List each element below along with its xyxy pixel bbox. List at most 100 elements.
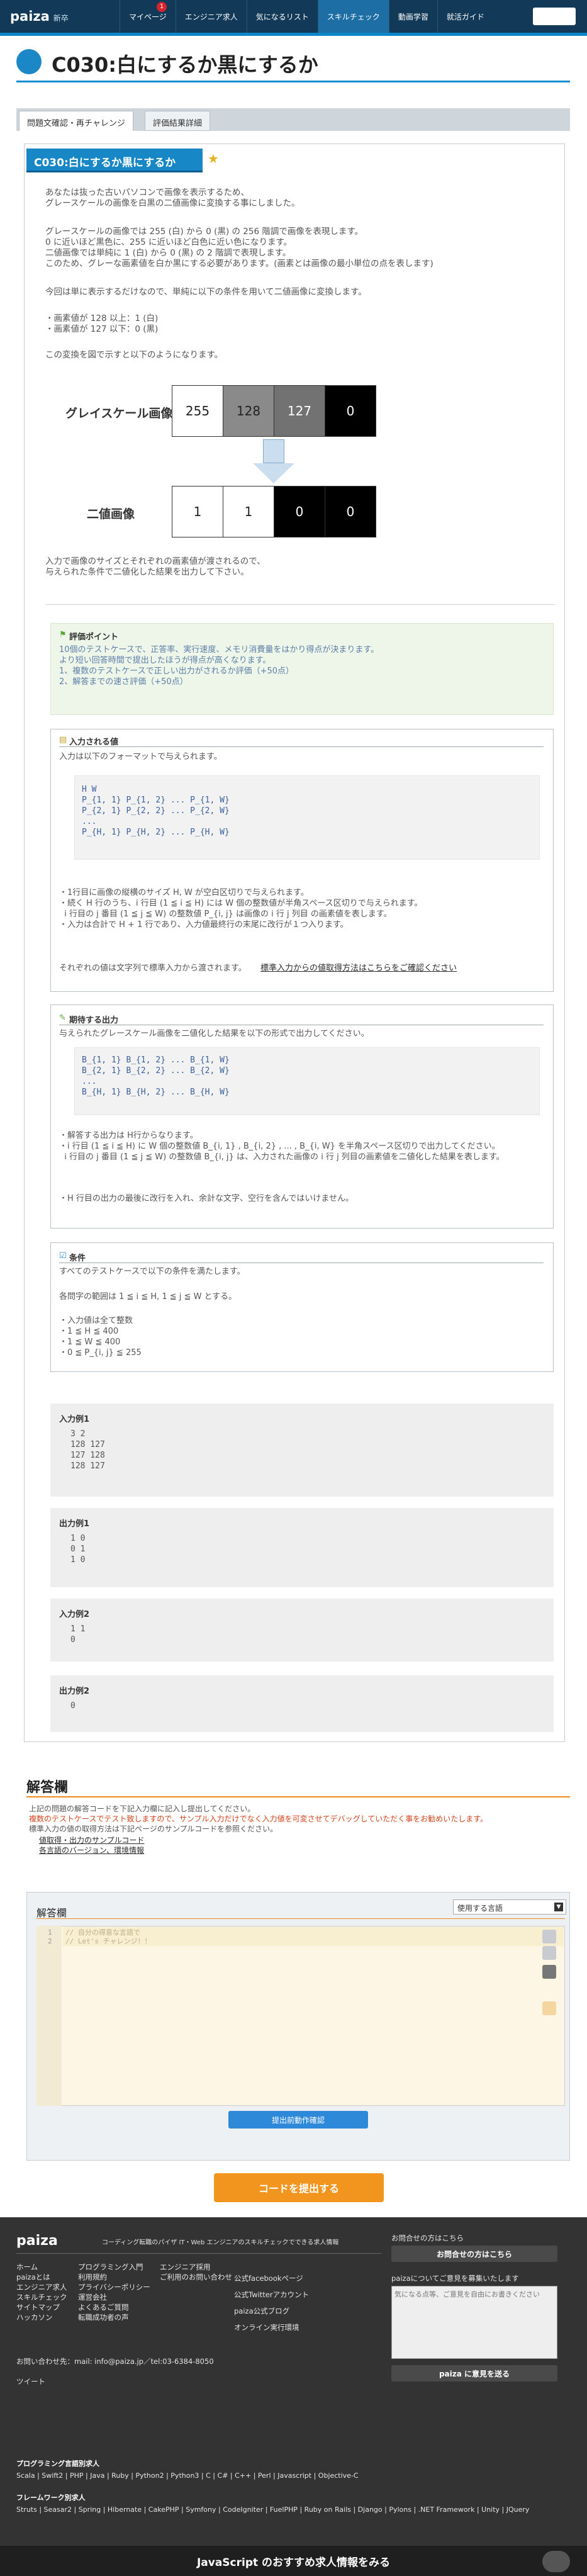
footer-links-col1[interactable]: ホーム paizaとは エンジニア求人 スキルチェック サイトマップ ハッカソン [16,2262,67,2322]
conditions-title: 条件 [69,1254,86,1263]
eval-text: 10個のテストケースで、正答率、実行速度、メモリ消費量をはかり得点が決まります。… [59,645,379,687]
stdin-note: それぞれの値は文字列で標準入力から渡されます。 [59,964,247,973]
example-output-1-title: 出力例1 [59,1519,90,1529]
social-facebook[interactable]: 公式facebookページ [234,2273,303,2283]
answer-note-1: 上記の問題の解答コードを下記入力欄に記入し提出してください。 [29,1804,255,1813]
fw-jobs-links[interactable]: Struts | Seasar2 | Spring | Hibernate | … [16,2505,564,2515]
fw-jobs-title: フレームワーク別求人 [16,2494,86,2502]
stdin-link[interactable]: 標準入力からの値取得方法はこちらをご確認ください [260,963,457,974]
page-title: C030:白にするか黒にするか [52,53,318,77]
problem-intro: あなたは抜った古いパソコンで画像を表示するため、 グレースケールの画像を白黒の二… [45,188,300,208]
gray-cell-128: 128 [223,385,274,437]
answer-note-2: 複数のテストケースでテスト致しますので、サンプル入力だけでなく入力値を可変させて… [29,1814,488,1823]
scroll-top-button[interactable] [542,2551,570,2572]
footer-links-col2[interactable]: プログラミング入門 利用規約 プライバシーポリシー 運営会社 よくあるご質問 転… [78,2262,150,2322]
editor-title: 解答欄 [36,1907,67,1919]
answer-title-line [26,1796,570,1797]
input-notes: ・1行目に画像の縦横のサイズ H, W が空白区切りで与えられます。 ・続く H… [59,888,423,930]
problem-para-2: グレースケールの画像では 255 (白) から 0 (黒) の 256 階調で画… [45,227,433,269]
top-nav-bar: paiza 新卒 マイページ 1 エンジニア求人 気になるリスト スキルチェック… [0,0,587,33]
problem-para-4: この変換を図で示すと以下のようになります。 [45,350,223,360]
inquiry-title: お問合せの方はこちら [391,2234,464,2242]
nav-favorite-list[interactable]: 気になるリスト [246,0,318,33]
example-output-2-body: 0 [70,1701,75,1711]
lang-jobs-links[interactable]: Scala | Swift2 | PHP | Java | Ruby | Pyt… [16,2471,359,2481]
feedback-send-button[interactable]: paiza に意見を送る [391,2365,557,2382]
example-input-2-title: 入力例2 [59,1610,90,1619]
bin-cell-0a: 0 [274,486,325,537]
example-output-2-title: 出力例2 [59,1687,90,1696]
conditions-desc: すべてのテストケースで以下の条件を満たします。 [59,1267,245,1276]
example-output-1 [50,1508,554,1587]
zoom-icon[interactable] [542,1946,556,1960]
active-line-highlight [63,1927,564,1946]
gray-cell-255: 255 [172,385,223,437]
nav-skill-check[interactable]: スキルチェック [317,0,389,33]
binary-label: 二値画像 [87,507,135,521]
problem-para-3: 今回は単に表示するだけなので、単純に以下の条件を用いて二値画像に変換します。 [45,287,367,297]
search-icon[interactable] [542,1930,556,1943]
theme-icon[interactable] [542,1965,556,1979]
line-number-1: 1 [48,1928,52,1937]
output-title: 期待する出力 [69,1016,119,1025]
conditions-icon: ☑ [59,1251,67,1261]
conditions-list: ・入力値は全て整数 ・1 ≦ H ≦ 400 ・1 ≦ W ≦ 400 ・0 ≦… [59,1316,142,1358]
tab-result-detail[interactable]: 評価結果詳細 [145,111,211,131]
note-icon: ▤ [59,735,67,745]
conversion-arrow-head [253,463,294,483]
tweet-button[interactable]: ツイート [16,2376,45,2387]
header-accent-line [0,33,587,36]
grayscale-label: グレイスケール画像 [65,407,173,420]
eval-title: 評価ポイント [69,633,119,642]
bin-cell-1a: 1 [172,486,223,537]
inquiry-button[interactable]: お問合せの方はこちら [391,2246,557,2262]
editor-gutter [36,1926,62,2106]
example-output-2 [50,1675,554,1732]
social-twitter[interactable]: 公式Twitterアカウント [234,2290,309,2300]
output-icon: ✎ [59,1013,66,1023]
sample-code-link[interactable]: 値取得・出力のサンプルコード [39,1835,144,1846]
nav-engineer-jobs[interactable]: エンジニア求人 [175,0,247,33]
nav-mypage[interactable]: マイページ 1 [120,0,176,33]
paiza-logo[interactable]: paiza 新卒 [0,9,120,24]
conditions-range: 各問字の範囲は 1 ≦ i ≦ H, 1 ≦ j ≦ W とする。 [59,1292,237,1302]
user-menu-button[interactable] [533,8,576,25]
output-notes: ・解答する出力は H行からなります。 ・i 行目 (1 ≦ i ≦ H) に W… [59,1131,505,1162]
lang-jobs-title: プログラミング言語別求人 [16,2460,99,2468]
title-divider [16,81,570,82]
example-input-1-title: 入力例1 [59,1415,90,1424]
output-final-note: ・H 行目の出力の最後に改行を入れ、余計な文字、空行を含んではいけません。 [59,1194,354,1203]
example-input-1-body: 3 2 128 127 127 128 128 127 [70,1429,105,1471]
run-test-button[interactable]: 提出前動作確認 [228,2111,368,2129]
footer-divider [16,2253,381,2254]
code-editor[interactable] [36,1926,565,2106]
star-icon[interactable]: ★ [208,151,219,166]
language-select[interactable]: 使用する言語 ▼ [453,1899,566,1915]
divider [45,604,555,605]
social-blog[interactable]: paiza公式ブログ [234,2306,289,2316]
nav-video-learning[interactable]: 動画学習 [388,0,437,33]
social-online-env[interactable]: オンライン実行環境 [234,2322,299,2332]
feedback-textarea[interactable] [391,2286,557,2359]
feedback-title: paizaについてご意見を募集いたします [391,2274,519,2283]
input-format: H W P_{1, 1} P_{1, 2} ... P_{1, W} P_{2,… [82,785,230,837]
example-input-2-body: 1 1 0 [70,1624,86,1645]
tab-problem[interactable]: 問題文確認・再チャレンジ [19,111,133,131]
footer-js-jobs-banner[interactable]: JavaScript のおすすめ求人情報をみる [0,2546,587,2576]
problem-title-bar: C030:白にするか黒にするか [26,149,203,172]
nav-job-guide[interactable]: 就活ガイド [437,0,493,33]
env-info-link[interactable]: 各言語のバージョン、環境情報 [39,1845,144,1856]
example-input-1 [50,1403,554,1497]
example-output-1-body: 1 0 0 1 1 0 [70,1534,86,1565]
editor-title-line [36,1918,565,1919]
footer-links-col3[interactable]: エンジニア採用 ご利用のお問い合わせ [160,2262,232,2282]
bin-cell-0b: 0 [325,486,376,537]
output-format: B_{1, 1} B_{1, 2} ... B_{1, W} B_{2, 1} … [82,1055,230,1097]
input-title: 入力される値 [69,738,119,747]
chevron-down-icon: ▼ [554,1903,563,1911]
submit-code-button[interactable]: コードを提出する [214,2173,384,2202]
fullscreen-icon[interactable] [542,2001,556,2015]
footer-logo[interactable]: paiza [16,2233,58,2249]
input-section [50,729,554,992]
example-input-2 [50,1599,554,1662]
